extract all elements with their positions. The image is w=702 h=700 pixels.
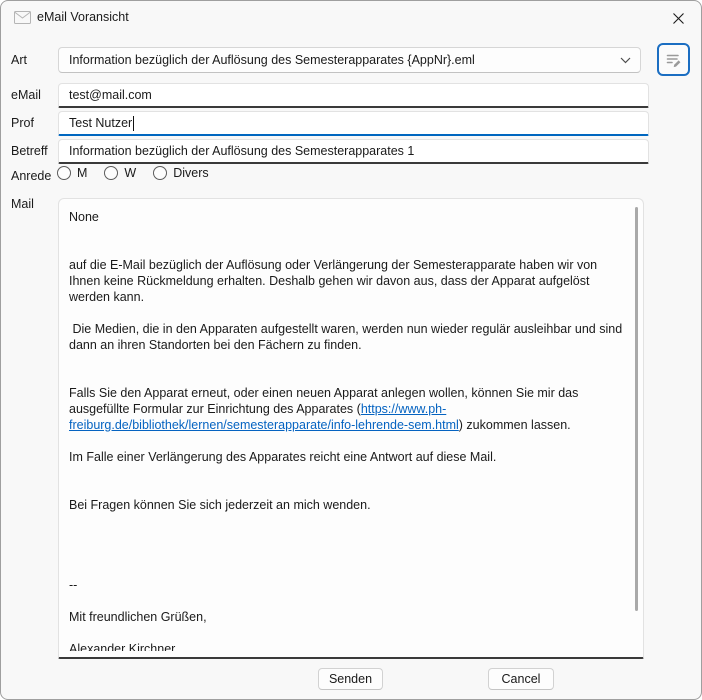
radio-circle-icon [57, 166, 71, 180]
window-title: eMail Voransicht [37, 10, 129, 24]
radio-label-divers: Divers [173, 166, 208, 180]
radio-option-m[interactable]: M [57, 166, 87, 180]
radio-label-m: M [77, 166, 87, 180]
anrede-radio-group: M W Divers [57, 166, 209, 180]
edit-list-icon [664, 50, 683, 69]
send-button[interactable]: Senden [318, 668, 383, 690]
vertical-scrollbar-thumb[interactable] [635, 207, 638, 611]
betreff-label: Betreff [11, 144, 48, 158]
art-template-value: Information bezüglich der Auflösung des … [69, 53, 475, 67]
close-button[interactable] [663, 5, 693, 31]
mail-body-text: None auf die E-Mail bezüglich der Auflös… [69, 209, 627, 651]
mail-label: Mail [11, 197, 34, 211]
cancel-button[interactable]: Cancel [488, 668, 554, 690]
mail-body-after-link: ) zukommen lassen. Im Falle einer Verlän… [69, 418, 571, 651]
radio-label-w: W [124, 166, 136, 180]
art-label: Art [11, 53, 27, 67]
envelope-icon [14, 11, 31, 24]
email-label: eMail [11, 88, 41, 102]
mail-body-before-link: None auf die E-Mail bezüglich der Auflös… [69, 210, 626, 416]
edit-template-button[interactable] [657, 43, 690, 76]
close-icon [672, 12, 685, 25]
prof-input[interactable]: Test Nutzer [58, 111, 649, 136]
email-preview-dialog: eMail Voransicht Art Information bezügli… [0, 0, 702, 700]
title-bar: eMail Voransicht [1, 1, 701, 35]
email-input[interactable]: test@mail.com [58, 83, 649, 108]
email-value: test@mail.com [69, 88, 152, 102]
radio-circle-icon [104, 166, 118, 180]
radio-option-divers[interactable]: Divers [153, 166, 208, 180]
anrede-label: Anrede [11, 169, 51, 183]
radio-circle-icon [153, 166, 167, 180]
text-caret [133, 116, 134, 131]
prof-value: Test Nutzer [69, 116, 132, 130]
radio-option-w[interactable]: W [104, 166, 136, 180]
betreff-input[interactable]: Information bezüglich der Auflösung des … [58, 139, 649, 164]
art-template-combobox[interactable]: Information bezüglich der Auflösung des … [58, 47, 641, 73]
prof-label: Prof [11, 116, 34, 130]
mail-body-textarea[interactable]: None auf die E-Mail bezüglich der Auflös… [58, 198, 644, 659]
chevron-down-icon [620, 57, 631, 64]
betreff-value: Information bezüglich der Auflösung des … [69, 144, 414, 158]
